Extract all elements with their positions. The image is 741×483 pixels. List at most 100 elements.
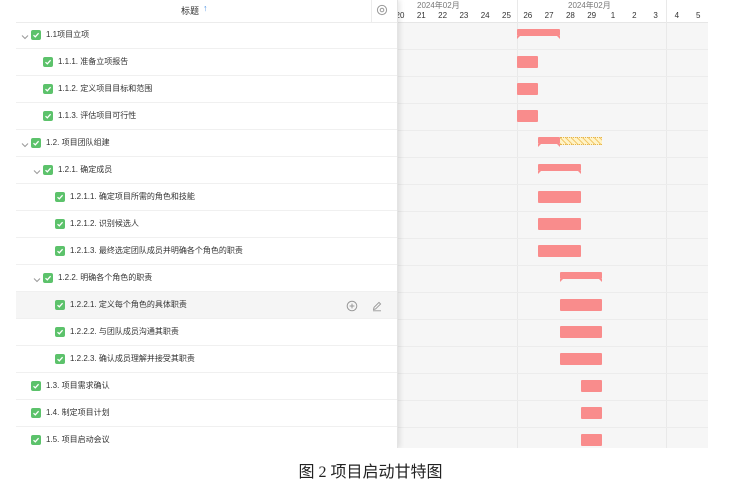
day-label: 4 bbox=[674, 11, 680, 20]
summary-bar[interactable] bbox=[538, 137, 561, 147]
day-label: 28 bbox=[565, 11, 575, 20]
month-label: 2024年02月 bbox=[417, 1, 460, 10]
task-bar[interactable] bbox=[559, 353, 603, 365]
day-label: 22 bbox=[438, 11, 448, 20]
task-list-header: 标题 ↑ bbox=[16, 0, 397, 23]
day-label: 2 bbox=[632, 11, 637, 20]
task-row[interactable]: 1.2.2.3. 确认成员理解并接受其职责 bbox=[16, 346, 397, 373]
task-checkbox[interactable] bbox=[31, 381, 41, 391]
task-checkbox[interactable] bbox=[55, 192, 65, 202]
task-label: 1.1.2. 定义项目目标和范围 bbox=[58, 84, 153, 93]
gantt-row-line bbox=[397, 49, 708, 50]
task-bar[interactable] bbox=[538, 245, 582, 257]
task-label: 1.2.1.2. 识别候选人 bbox=[70, 219, 139, 228]
task-row[interactable]: 1.2.1. 确定成员 bbox=[16, 157, 397, 184]
add-circle-icon[interactable] bbox=[346, 299, 358, 312]
sort-arrow-icon[interactable]: ↑ bbox=[203, 3, 208, 13]
task-label: 1.2.1.3. 最终选定团队成员并明确各个角色的职责 bbox=[70, 246, 243, 255]
task-label: 1.2.2.2. 与团队成员沟通其职责 bbox=[70, 327, 179, 336]
task-row[interactable]: 1.5. 项目启动会议 bbox=[16, 427, 397, 448]
task-row[interactable]: 1.2.1.2. 识别候选人 bbox=[16, 211, 397, 238]
gantt-row-line bbox=[397, 292, 708, 293]
task-checkbox[interactable] bbox=[31, 138, 41, 148]
task-label: 1.2.2. 明确各个角色的职责 bbox=[58, 273, 153, 282]
task-bar[interactable] bbox=[581, 434, 603, 446]
task-row[interactable]: 1.1.3. 评估项目可行性 bbox=[16, 103, 397, 130]
task-bar[interactable] bbox=[517, 83, 539, 95]
edit-pencil-icon[interactable] bbox=[371, 299, 383, 312]
day-label: 27 bbox=[544, 11, 554, 20]
chevron-down-icon[interactable] bbox=[20, 29, 30, 40]
chevron-down-icon[interactable] bbox=[20, 137, 30, 148]
week-grid-line bbox=[666, 0, 668, 448]
slack-bar bbox=[559, 137, 603, 145]
day-label: 21 bbox=[416, 11, 426, 20]
task-label: 1.2.2.3. 确认成员理解并接受其职责 bbox=[70, 354, 195, 363]
header-divider bbox=[371, 0, 372, 22]
task-checkbox[interactable] bbox=[31, 408, 41, 418]
task-checkbox[interactable] bbox=[43, 111, 53, 121]
task-bar[interactable] bbox=[559, 299, 603, 311]
task-list-panel: 标题 ↑ 1.1项目立项 1.1.1. 准备立项报告 1.1.2. 定义项目目标和范… bbox=[16, 0, 398, 448]
title-column-header[interactable]: 标题 bbox=[181, 4, 199, 17]
day-label: 29 bbox=[587, 11, 597, 20]
task-row[interactable]: 1.2. 项目团队组建 bbox=[16, 130, 397, 157]
gantt-row-line bbox=[397, 157, 708, 158]
task-label: 1.1.1. 准备立项报告 bbox=[58, 57, 129, 66]
day-label: 25 bbox=[502, 11, 511, 20]
task-checkbox[interactable] bbox=[55, 219, 65, 229]
day-label: 5 bbox=[695, 11, 701, 20]
gantt-background bbox=[397, 22, 708, 448]
task-checkbox[interactable] bbox=[55, 327, 65, 337]
task-row[interactable]: 1.4. 制定项目计划 bbox=[16, 400, 397, 427]
task-bar[interactable] bbox=[517, 56, 539, 68]
task-checkbox[interactable] bbox=[31, 435, 41, 445]
summary-bar[interactable] bbox=[559, 272, 603, 282]
task-bar[interactable] bbox=[581, 380, 603, 392]
task-row[interactable]: 1.2.1.1. 确定项目所需的角色和技能 bbox=[16, 184, 397, 211]
gantt-row-line bbox=[397, 319, 708, 320]
gantt-row-line bbox=[397, 211, 708, 212]
task-bar[interactable] bbox=[517, 110, 539, 122]
task-checkbox[interactable] bbox=[43, 165, 53, 175]
task-row[interactable]: 1.2.2. 明确各个角色的职责 bbox=[16, 265, 397, 292]
gantt-row-line bbox=[397, 427, 708, 428]
gantt-row-line bbox=[397, 373, 708, 374]
task-checkbox[interactable] bbox=[55, 246, 65, 256]
task-row[interactable]: 1.1.2. 定义项目目标和范围 bbox=[16, 76, 397, 103]
task-checkbox[interactable] bbox=[31, 30, 41, 40]
gantt-row-line bbox=[397, 265, 708, 266]
task-bar[interactable] bbox=[581, 407, 603, 419]
task-checkbox[interactable] bbox=[43, 273, 53, 283]
task-label: 1.2. 项目团队组建 bbox=[46, 138, 110, 147]
summary-bar[interactable] bbox=[517, 29, 560, 39]
task-label: 1.3. 项目需求确认 bbox=[46, 381, 110, 390]
gantt-chart-area[interactable]: 2024年02月 2024年02月 20 21 22 23 24 25 26 27 28 29 1 2 3 4… bbox=[396, 0, 708, 448]
task-row[interactable]: 1.3. 项目需求确认 bbox=[16, 373, 397, 400]
task-row[interactable]: 1.2.2.1. 定义每个角色的具体职责 bbox=[16, 292, 397, 319]
chevron-down-icon[interactable] bbox=[32, 164, 42, 175]
task-row[interactable]: 1.2.2.2. 与团队成员沟通其职责 bbox=[16, 319, 397, 346]
gantt-app: 2024年02月 2024年02月 20 21 22 23 24 25 26 27 28 29 1 2 3 4… bbox=[16, 0, 708, 448]
task-checkbox[interactable] bbox=[55, 354, 65, 364]
task-row[interactable]: 1.2.1.3. 最终选定团队成员并明确各个角色的职责 bbox=[16, 238, 397, 265]
task-checkbox[interactable] bbox=[43, 57, 53, 67]
task-label: 1.2.2.1. 定义每个角色的具体职责 bbox=[70, 300, 187, 309]
task-checkbox[interactable] bbox=[55, 300, 65, 310]
settings-icon[interactable] bbox=[376, 3, 388, 21]
task-label: 1.2.1. 确定成员 bbox=[58, 165, 113, 174]
task-checkbox[interactable] bbox=[43, 84, 53, 94]
task-bar[interactable] bbox=[538, 191, 582, 203]
task-bar[interactable] bbox=[538, 218, 582, 230]
gantt-row-line bbox=[397, 238, 708, 239]
day-label: 24 bbox=[480, 11, 490, 20]
chevron-down-icon[interactable] bbox=[32, 272, 42, 283]
task-bar[interactable] bbox=[559, 326, 603, 338]
month-label: 2024年02月 bbox=[568, 1, 611, 10]
gantt-row-line bbox=[397, 76, 708, 77]
summary-bar[interactable] bbox=[538, 164, 582, 174]
gantt-row-line bbox=[397, 130, 708, 131]
task-row[interactable]: 1.1.1. 准备立项报告 bbox=[16, 49, 397, 76]
task-row[interactable]: 1.1项目立项 bbox=[16, 22, 397, 49]
task-label: 1.5. 项目启动会议 bbox=[46, 435, 110, 444]
